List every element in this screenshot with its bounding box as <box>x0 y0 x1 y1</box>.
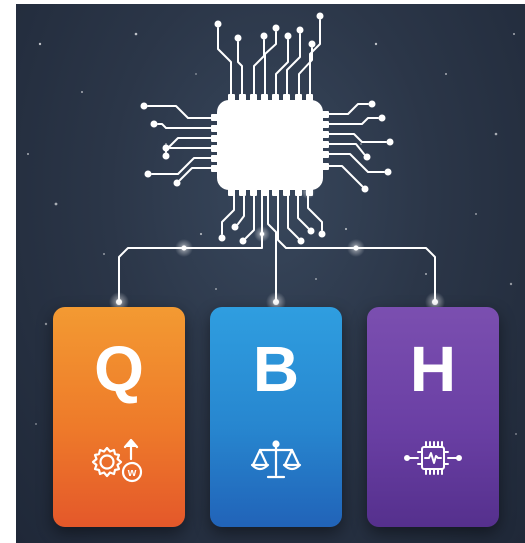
card-b: B <box>210 307 342 527</box>
balance-scale-icon <box>250 440 302 479</box>
diagram-frame: Q w B H <box>16 4 525 543</box>
chip-pulse-icon <box>404 441 462 475</box>
card-h-letter: H <box>409 333 457 405</box>
card-h: H <box>367 307 499 527</box>
w-badge-text: w <box>127 467 137 479</box>
card-q: Q w <box>53 307 185 527</box>
processor-chip <box>217 100 323 190</box>
card-q-letter: Q <box>94 333 144 405</box>
gear-upload-w-icon: w <box>91 438 143 483</box>
card-b-letter: B <box>252 333 300 405</box>
